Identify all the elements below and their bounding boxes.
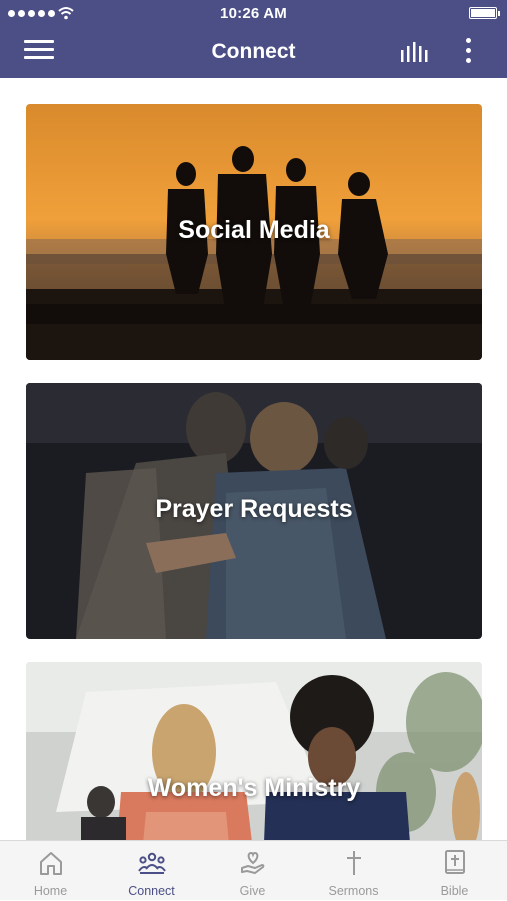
card-womens-ministry[interactable]: Women's Ministry: [26, 662, 482, 840]
cross-icon: [347, 851, 361, 875]
card-social-media[interactable]: Social Media: [26, 104, 482, 360]
page-title: Connect: [211, 40, 296, 63]
connect-list: Social Media Prayer Requests Women's Min…: [0, 78, 507, 840]
card-title: Prayer Requests: [155, 495, 353, 523]
more-options-button[interactable]: [460, 38, 476, 66]
card-prayer-requests[interactable]: Prayer Requests: [26, 383, 482, 639]
people-group-icon: [138, 852, 166, 874]
home-icon: [40, 852, 62, 875]
tab-label: Connect: [128, 884, 175, 898]
vertical-ellipsis-icon: [465, 38, 471, 43]
tab-label: Bible: [440, 884, 469, 898]
battery-icon: [469, 7, 500, 19]
card-title: Women's Ministry: [147, 774, 361, 802]
tab-label: Give: [239, 884, 266, 898]
status-bar: 10:26 AM: [0, 0, 507, 28]
tab-sermons[interactable]: Sermons: [303, 841, 404, 901]
top-bar: 10:26 AM Connect: [0, 0, 507, 78]
status-time: 10:26 AM: [220, 5, 287, 22]
bible-icon: [445, 850, 465, 874]
hand-heart-icon: [241, 851, 265, 874]
bar-chart-icon[interactable]: [400, 40, 430, 64]
tab-give[interactable]: Give: [202, 841, 303, 901]
womens-ministry-image: [26, 662, 482, 840]
tab-home[interactable]: Home: [0, 841, 101, 901]
tab-connect[interactable]: Connect: [101, 841, 202, 901]
tab-label: Sermons: [328, 884, 379, 898]
tab-bar: Home Connect Give Sermons Bible: [0, 840, 507, 900]
tab-label: Home: [33, 884, 68, 898]
tab-bible[interactable]: Bible: [404, 841, 505, 901]
card-title: Social Media: [178, 216, 330, 244]
